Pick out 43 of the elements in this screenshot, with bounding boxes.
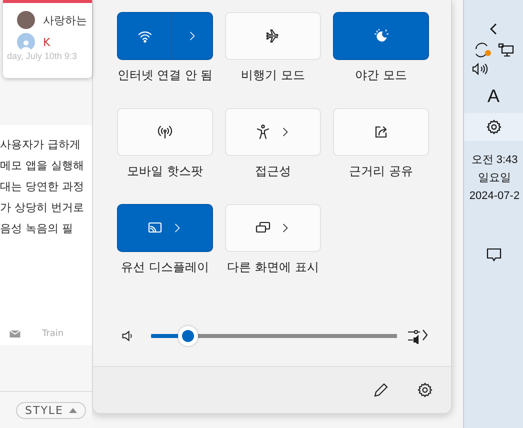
sync-icon[interactable] <box>474 42 492 58</box>
date-text: 2024-07-2 <box>469 189 520 204</box>
tile-label: 근거리 공유 <box>348 163 414 180</box>
body-text-line: 사용자가 급하게 <box>0 137 82 153</box>
body-text-line: 메모 앱을 실행해 <box>0 158 85 174</box>
audio-output-icon[interactable] <box>407 328 429 344</box>
caret-up-icon <box>68 407 76 413</box>
tile-label: 비행기 모드 <box>240 67 306 84</box>
moon-icon <box>373 28 389 44</box>
tile-label: 야간 모드 <box>354 67 408 84</box>
volume-icon[interactable] <box>472 62 488 76</box>
network-desktop-icon[interactable] <box>498 43 514 57</box>
accessibility-icon <box>255 124 271 140</box>
contact-name: K <box>43 36 50 48</box>
tile-label: 다른 화면에 표시 <box>226 259 320 276</box>
settings-icon[interactable] <box>417 382 433 398</box>
tile-label: 유선 디스플레이 <box>120 259 210 276</box>
contact-name: 사랑하는 <box>43 12 87 28</box>
hotspot-icon <box>157 124 173 140</box>
toggle-tile[interactable] <box>117 12 213 60</box>
train-label: Train <box>42 329 64 339</box>
input-method-button[interactable]: A <box>487 86 500 107</box>
chevron-left-icon[interactable] <box>488 22 500 36</box>
tile-label: 인터넷 연결 안 됨 <box>116 67 214 84</box>
day-text: 일요일 <box>477 171 512 186</box>
style-button[interactable]: STYLE <box>16 402 86 418</box>
edit-pencil-icon[interactable] <box>373 382 389 398</box>
body-text-line: 음성 녹음의 필 <box>0 221 74 237</box>
share-icon <box>373 124 389 140</box>
tile-label: 접근성 <box>254 163 292 180</box>
person-avatar-icon <box>17 33 35 51</box>
settings-icon[interactable] <box>486 119 502 135</box>
timestamp: day, July 10th 9:3 <box>7 51 78 61</box>
tile-label: 모바일 핫스팟 <box>126 163 204 180</box>
avatar-photo-placeholder <box>17 11 35 29</box>
body-text-line: 대는 당연한 과정 <box>0 179 85 195</box>
airplane-icon <box>265 28 281 44</box>
clock[interactable]: 오전 3:43 일요일 2024-07-2 <box>469 151 520 205</box>
time-text: 오전 3:43 <box>470 153 519 168</box>
toggle-tile[interactable] <box>333 12 429 60</box>
body-text-line: 가 상당히 번거로 <box>0 200 85 216</box>
notification-icon[interactable] <box>486 247 502 263</box>
toggle-tile[interactable] <box>117 204 213 252</box>
